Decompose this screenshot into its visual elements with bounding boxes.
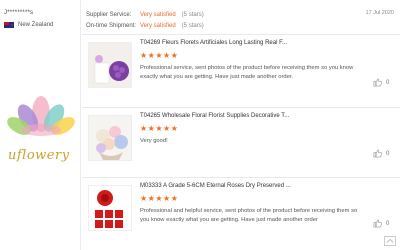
divider (82, 34, 400, 35)
product-title-link[interactable]: M03333 A Grade 5-6CM Eternal Roses Dry P… (140, 183, 291, 189)
review-comment: Professional and helpful service, sent p… (140, 208, 358, 223)
rating-stars: (5 stars) (181, 23, 204, 29)
buyer-panel: J*********s New Zealand uflowery (0, 0, 80, 250)
divider (82, 177, 400, 178)
product-title-link[interactable]: T04265 Wholesale Floral Florist Supplies… (140, 113, 289, 119)
country-name: New Zealand (18, 22, 54, 28)
review-stars: ★★★★★ (140, 194, 179, 203)
rating-label: Supplier Service: (86, 12, 132, 18)
seller-ratings: Supplier Service: Very satisfied (5 star… (86, 10, 204, 32)
rating-stars: (5 stars) (181, 12, 204, 18)
review-comment: Professional service, sent photos of the… (140, 65, 354, 80)
like-button[interactable]: 0 (373, 219, 389, 228)
like-button[interactable]: 0 (373, 149, 389, 158)
product-thumbnail[interactable] (88, 185, 132, 231)
review-item: T04269 Fleurs Florets Artificiales Long … (82, 36, 400, 106)
pastel-flower-bouquet-icon (89, 116, 131, 160)
rating-value: Very satisfied (140, 12, 176, 18)
product-title-link[interactable]: T04269 Fleurs Florets Artificiales Long … (140, 40, 287, 46)
rating-value: Very satisfied (140, 23, 176, 29)
like-button[interactable]: 0 (373, 78, 389, 87)
review-stars: ★★★★★ (140, 51, 179, 60)
review-comment: Very good! (140, 138, 168, 144)
divider (82, 107, 400, 108)
rating-label: On-time Shipment: (86, 23, 137, 29)
new-zealand-flag-icon (4, 22, 14, 28)
review-item: T04265 Wholesale Floral Florist Supplies… (82, 109, 400, 179)
thumbs-up-icon (373, 78, 382, 87)
product-thumbnail[interactable] (88, 115, 132, 161)
buyer-country: New Zealand (4, 22, 53, 28)
product-thumbnail[interactable] (88, 42, 132, 88)
like-count: 0 (386, 150, 390, 157)
logo-text: uflowery (8, 148, 70, 163)
buyer-name: J*********s (4, 10, 34, 16)
review-item: M03333 A Grade 5-6CM Eternal Roses Dry P… (82, 179, 400, 249)
review-stars: ★★★★★ (140, 124, 179, 133)
rating-row: Supplier Service: Very satisfied (5 star… (86, 10, 204, 21)
scroll-up-button[interactable] (384, 236, 396, 246)
rating-row: On-time Shipment: Very satisfied (5 star… (86, 21, 204, 32)
like-count: 0 (386, 220, 390, 227)
red-preserved-roses-icon (89, 186, 131, 230)
purple-rose-bouquet-icon (89, 43, 131, 87)
review-date: 17 Jul 2020 (365, 10, 394, 16)
thumbs-up-icon (373, 149, 382, 158)
chevron-up-icon (386, 238, 394, 243)
like-count: 0 (386, 79, 390, 86)
divider (80, 0, 81, 250)
thumbs-up-icon (373, 219, 382, 228)
